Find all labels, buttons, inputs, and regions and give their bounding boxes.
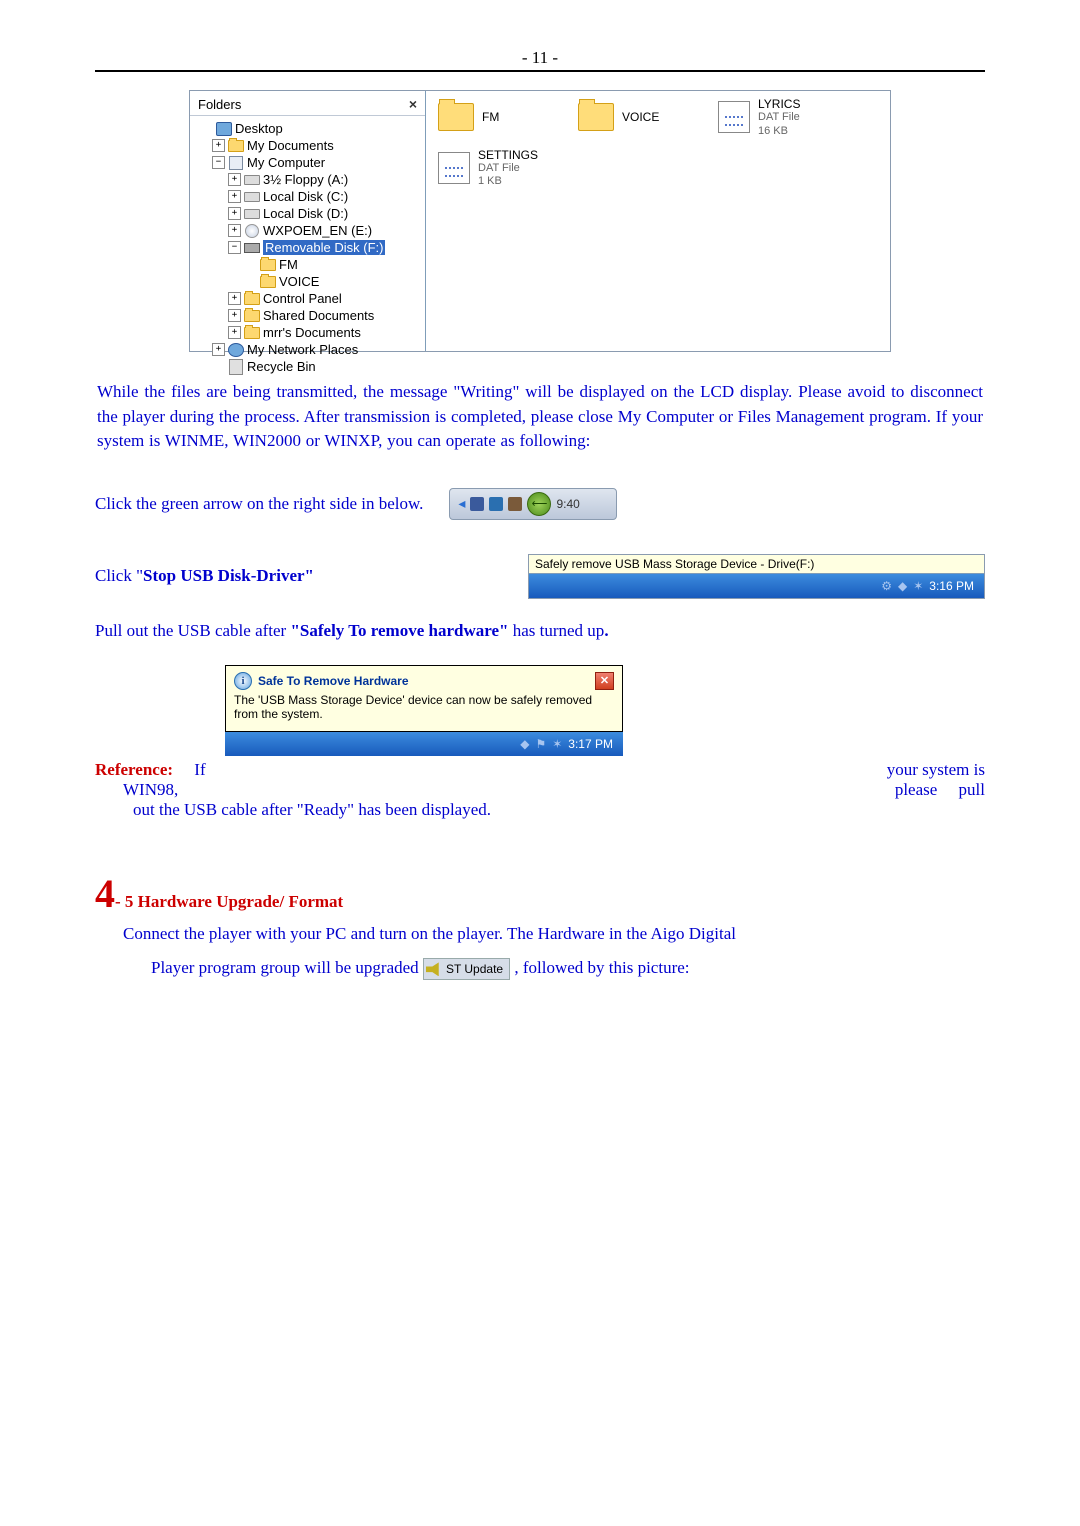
tree-row[interactable]: +WXPOEM_EN (E:) [194,222,425,239]
tree-row[interactable]: −Removable Disk (F:) [194,239,425,256]
tray-icon[interactable] [470,497,484,511]
file-icon [438,152,470,184]
tree-row[interactable]: VOICE [194,273,425,290]
tree-row[interactable]: +My Documents [194,137,425,154]
tray-time: 9:40 [556,497,579,511]
close-icon[interactable]: ✕ [595,672,614,690]
system-tray: ◂ ⟵ 9:40 [449,488,617,520]
tray-icon[interactable]: ◆ [520,737,529,751]
folder-icon [578,103,614,131]
tray-icon[interactable]: ◆ [898,579,907,593]
page-number: - 11 - [95,48,985,72]
folder-fm[interactable]: FM [438,97,578,138]
taskbar-time: 3:17 PM [568,737,613,751]
safely-remove-popup: Safely remove USB Mass Storage Device - … [528,554,985,599]
file-settings[interactable]: SETTINGS DAT File 1 KB [438,148,578,189]
taskbar-time: 3:16 PM [929,579,974,593]
speaker-icon [426,962,442,976]
tray-expand-icon[interactable]: ◂ [458,495,465,512]
taskbar: ◆ ⚑ ✶ 3:17 PM [225,732,623,756]
reference-label: Reference: [95,760,173,779]
tray-icon[interactable]: ⚙ [881,579,892,593]
win98-line2: out the USB cable after "Ready" has been… [133,800,985,820]
taskbar: ⚙ ◆ ✶ 3:16 PM [529,574,984,598]
st-update-button[interactable]: ST Update [423,958,510,980]
section-number: 4 [95,871,115,916]
tray-icon[interactable]: ✶ [552,737,562,751]
connect-text-2b: , followed by this picture: [514,958,689,977]
win98-label: WIN98, [123,780,178,800]
tree-row[interactable]: +Local Disk (C:) [194,188,425,205]
reference-tail: your system is [887,760,985,780]
instruction-paragraph: While the files are being transmitted, t… [95,380,985,454]
win98-please: please [895,780,937,799]
folder-icon [438,103,474,131]
folder-tree-pane: Folders × Desktop +My Documents −My Comp… [190,91,426,351]
tray-icon[interactable]: ⚑ [535,737,546,751]
tray-icon[interactable] [508,497,522,511]
balloon-title: Safe To Remove Hardware [258,674,409,688]
safely-remove-icon[interactable]: ⟵ [527,492,551,516]
tray-icon[interactable]: ✶ [913,579,923,593]
stop-usb-bold: Stop USB Disk-Driver" [143,566,314,585]
folder-voice[interactable]: VOICE [578,97,718,138]
close-icon[interactable]: × [409,96,417,112]
win98-pull: pull [959,780,985,799]
info-icon: i [234,672,252,690]
section-title: - 5 Hardware Upgrade/ Format [115,892,343,911]
tree-row[interactable]: Recycle Bin [194,358,425,375]
file-icon [718,101,750,133]
tree-row[interactable]: +My Network Places [194,341,425,358]
tree-row[interactable]: +mrr's Documents [194,324,425,341]
safely-remove-tooltip[interactable]: Safely remove USB Mass Storage Device - … [529,555,984,574]
tree-row[interactable]: +Shared Documents [194,307,425,324]
tree-row[interactable]: +3½ Floppy (A:) [194,171,425,188]
explorer-window: Folders × Desktop +My Documents −My Comp… [189,90,891,352]
reference-if: If [194,760,205,779]
pullout-instruction: Pull out the USB cable after "Safely To … [95,621,985,641]
balloon-body: The 'USB Mass Storage Device' device can… [234,693,614,721]
connect-text-2a: Player program group will be upgraded [151,958,423,977]
tree-row[interactable]: +Local Disk (D:) [194,205,425,222]
click-stop-label: Click " [95,566,143,585]
tree-row[interactable]: FM [194,256,425,273]
tree-row[interactable]: −My Computer [194,154,425,171]
file-list-pane: FM VOICE LYRICS DAT File 16 KB [426,91,890,351]
folders-title: Folders [198,97,241,112]
click-green-arrow-text: Click the green arrow on the right side … [95,494,423,514]
connect-text-1: Connect the player with your PC and turn… [123,921,985,947]
tree-row[interactable]: Desktop [194,120,425,137]
tray-icon[interactable] [489,497,503,511]
tree-row[interactable]: +Control Panel [194,290,425,307]
file-lyrics[interactable]: LYRICS DAT File 16 KB [718,97,858,138]
safe-to-remove-balloon: i Safe To Remove Hardware ✕ The 'USB Mas… [225,665,623,756]
